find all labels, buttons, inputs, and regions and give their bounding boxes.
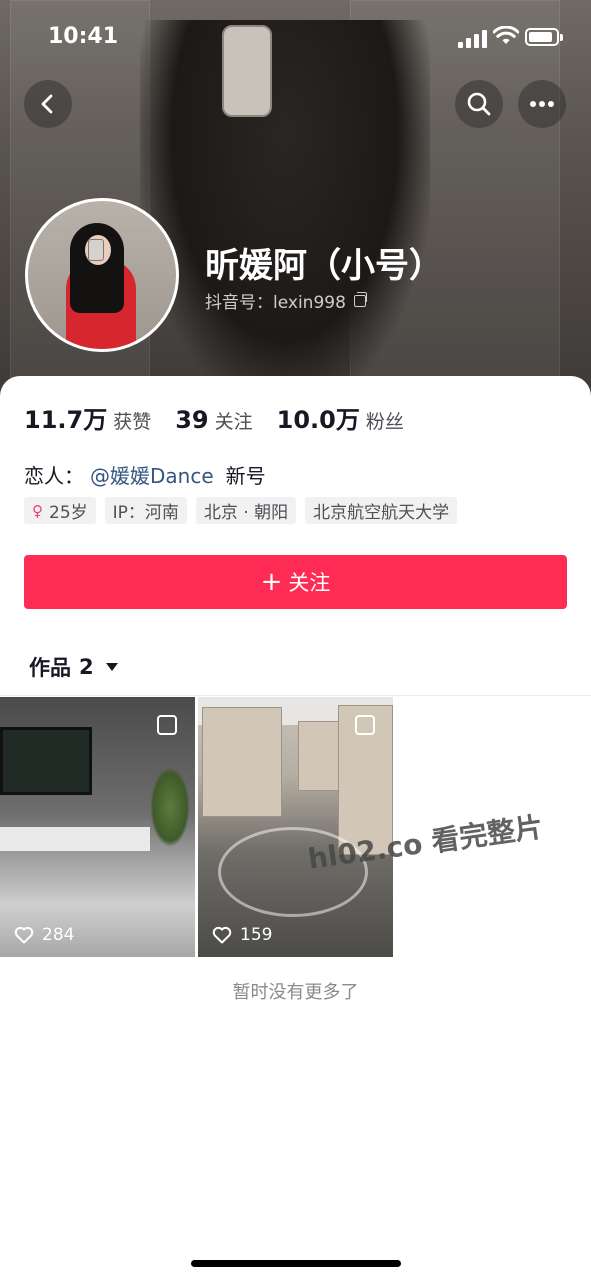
tab-works[interactable]: 作品 2 <box>29 652 118 682</box>
search-icon <box>467 92 491 116</box>
copy-icon[interactable] <box>353 291 367 307</box>
likes-label: 获赞 <box>113 411 152 433</box>
profile-tags: ♀ 25岁 IP：河南 北京 · 朝阳 北京航空航天大学 <box>24 497 458 524</box>
cover-figure <box>140 20 430 400</box>
home-indicator[interactable] <box>191 1260 401 1267</box>
douyin-id[interactable]: 抖音号：lexin998 <box>205 288 367 313</box>
bio: 恋人： @媛媛Dance 新号 <box>24 460 266 489</box>
search-button[interactable] <box>455 80 503 128</box>
video-thumbnail[interactable]: 284 <box>0 697 195 957</box>
heart-icon <box>212 926 232 944</box>
followers-count[interactable]: 10.0万 <box>277 400 360 435</box>
signal-icon <box>458 30 487 48</box>
likes-count: 11.7万 <box>24 406 108 434</box>
like-count: 284 <box>14 925 74 945</box>
more-icon <box>530 101 554 107</box>
works-label: 作品 <box>29 656 71 680</box>
back-button[interactable] <box>24 80 72 128</box>
female-icon: ♀ <box>32 501 43 520</box>
follow-label: 关注 <box>288 571 331 595</box>
plus-icon: + <box>260 567 283 597</box>
following-count[interactable]: 39 <box>175 406 208 434</box>
bio-prefix: 恋人： <box>24 464 84 488</box>
no-more-text: 暂时没有更多了 <box>232 982 359 1003</box>
back-icon <box>41 94 53 114</box>
profile-stats: 11.7万 获赞 39 关注 10.0万 粉丝 <box>24 400 428 435</box>
following-label[interactable]: 关注 <box>215 407 253 434</box>
heart-icon <box>14 926 34 944</box>
school-tag[interactable]: 北京航空航天大学 <box>305 497 458 524</box>
like-count-text: 159 <box>240 925 273 945</box>
video-thumbnail[interactable]: 159 <box>198 697 393 957</box>
battery-icon <box>525 28 563 46</box>
multi-image-icon <box>355 715 375 735</box>
status-time: 10:41 <box>48 24 119 49</box>
location-tag: 北京 · 朝阳 <box>195 497 297 524</box>
more-button[interactable] <box>518 80 566 128</box>
divider <box>0 695 591 696</box>
avatar[interactable] <box>25 198 179 352</box>
ip-tag: IP：河南 <box>104 497 187 524</box>
like-count: 159 <box>212 925 272 945</box>
age-tag: ♀ 25岁 <box>24 497 96 524</box>
works-count: 2 <box>79 655 94 679</box>
profile-name: 昕媛阿（小号） <box>205 246 443 286</box>
caret-down-icon <box>105 663 118 671</box>
bio-mention-link[interactable]: @媛媛Dance <box>90 464 214 488</box>
followers-label[interactable]: 粉丝 <box>366 407 404 434</box>
status-bar: 10:41 <box>0 0 591 76</box>
wifi-icon <box>492 25 520 50</box>
age-text: 25岁 <box>49 503 88 523</box>
like-count-text: 284 <box>42 925 75 945</box>
douyin-id-text: 抖音号：lexin998 <box>205 293 346 313</box>
follow-button[interactable]: + 关注 <box>24 555 567 609</box>
multi-image-icon <box>157 715 177 735</box>
bio-suffix: 新号 <box>225 464 266 488</box>
